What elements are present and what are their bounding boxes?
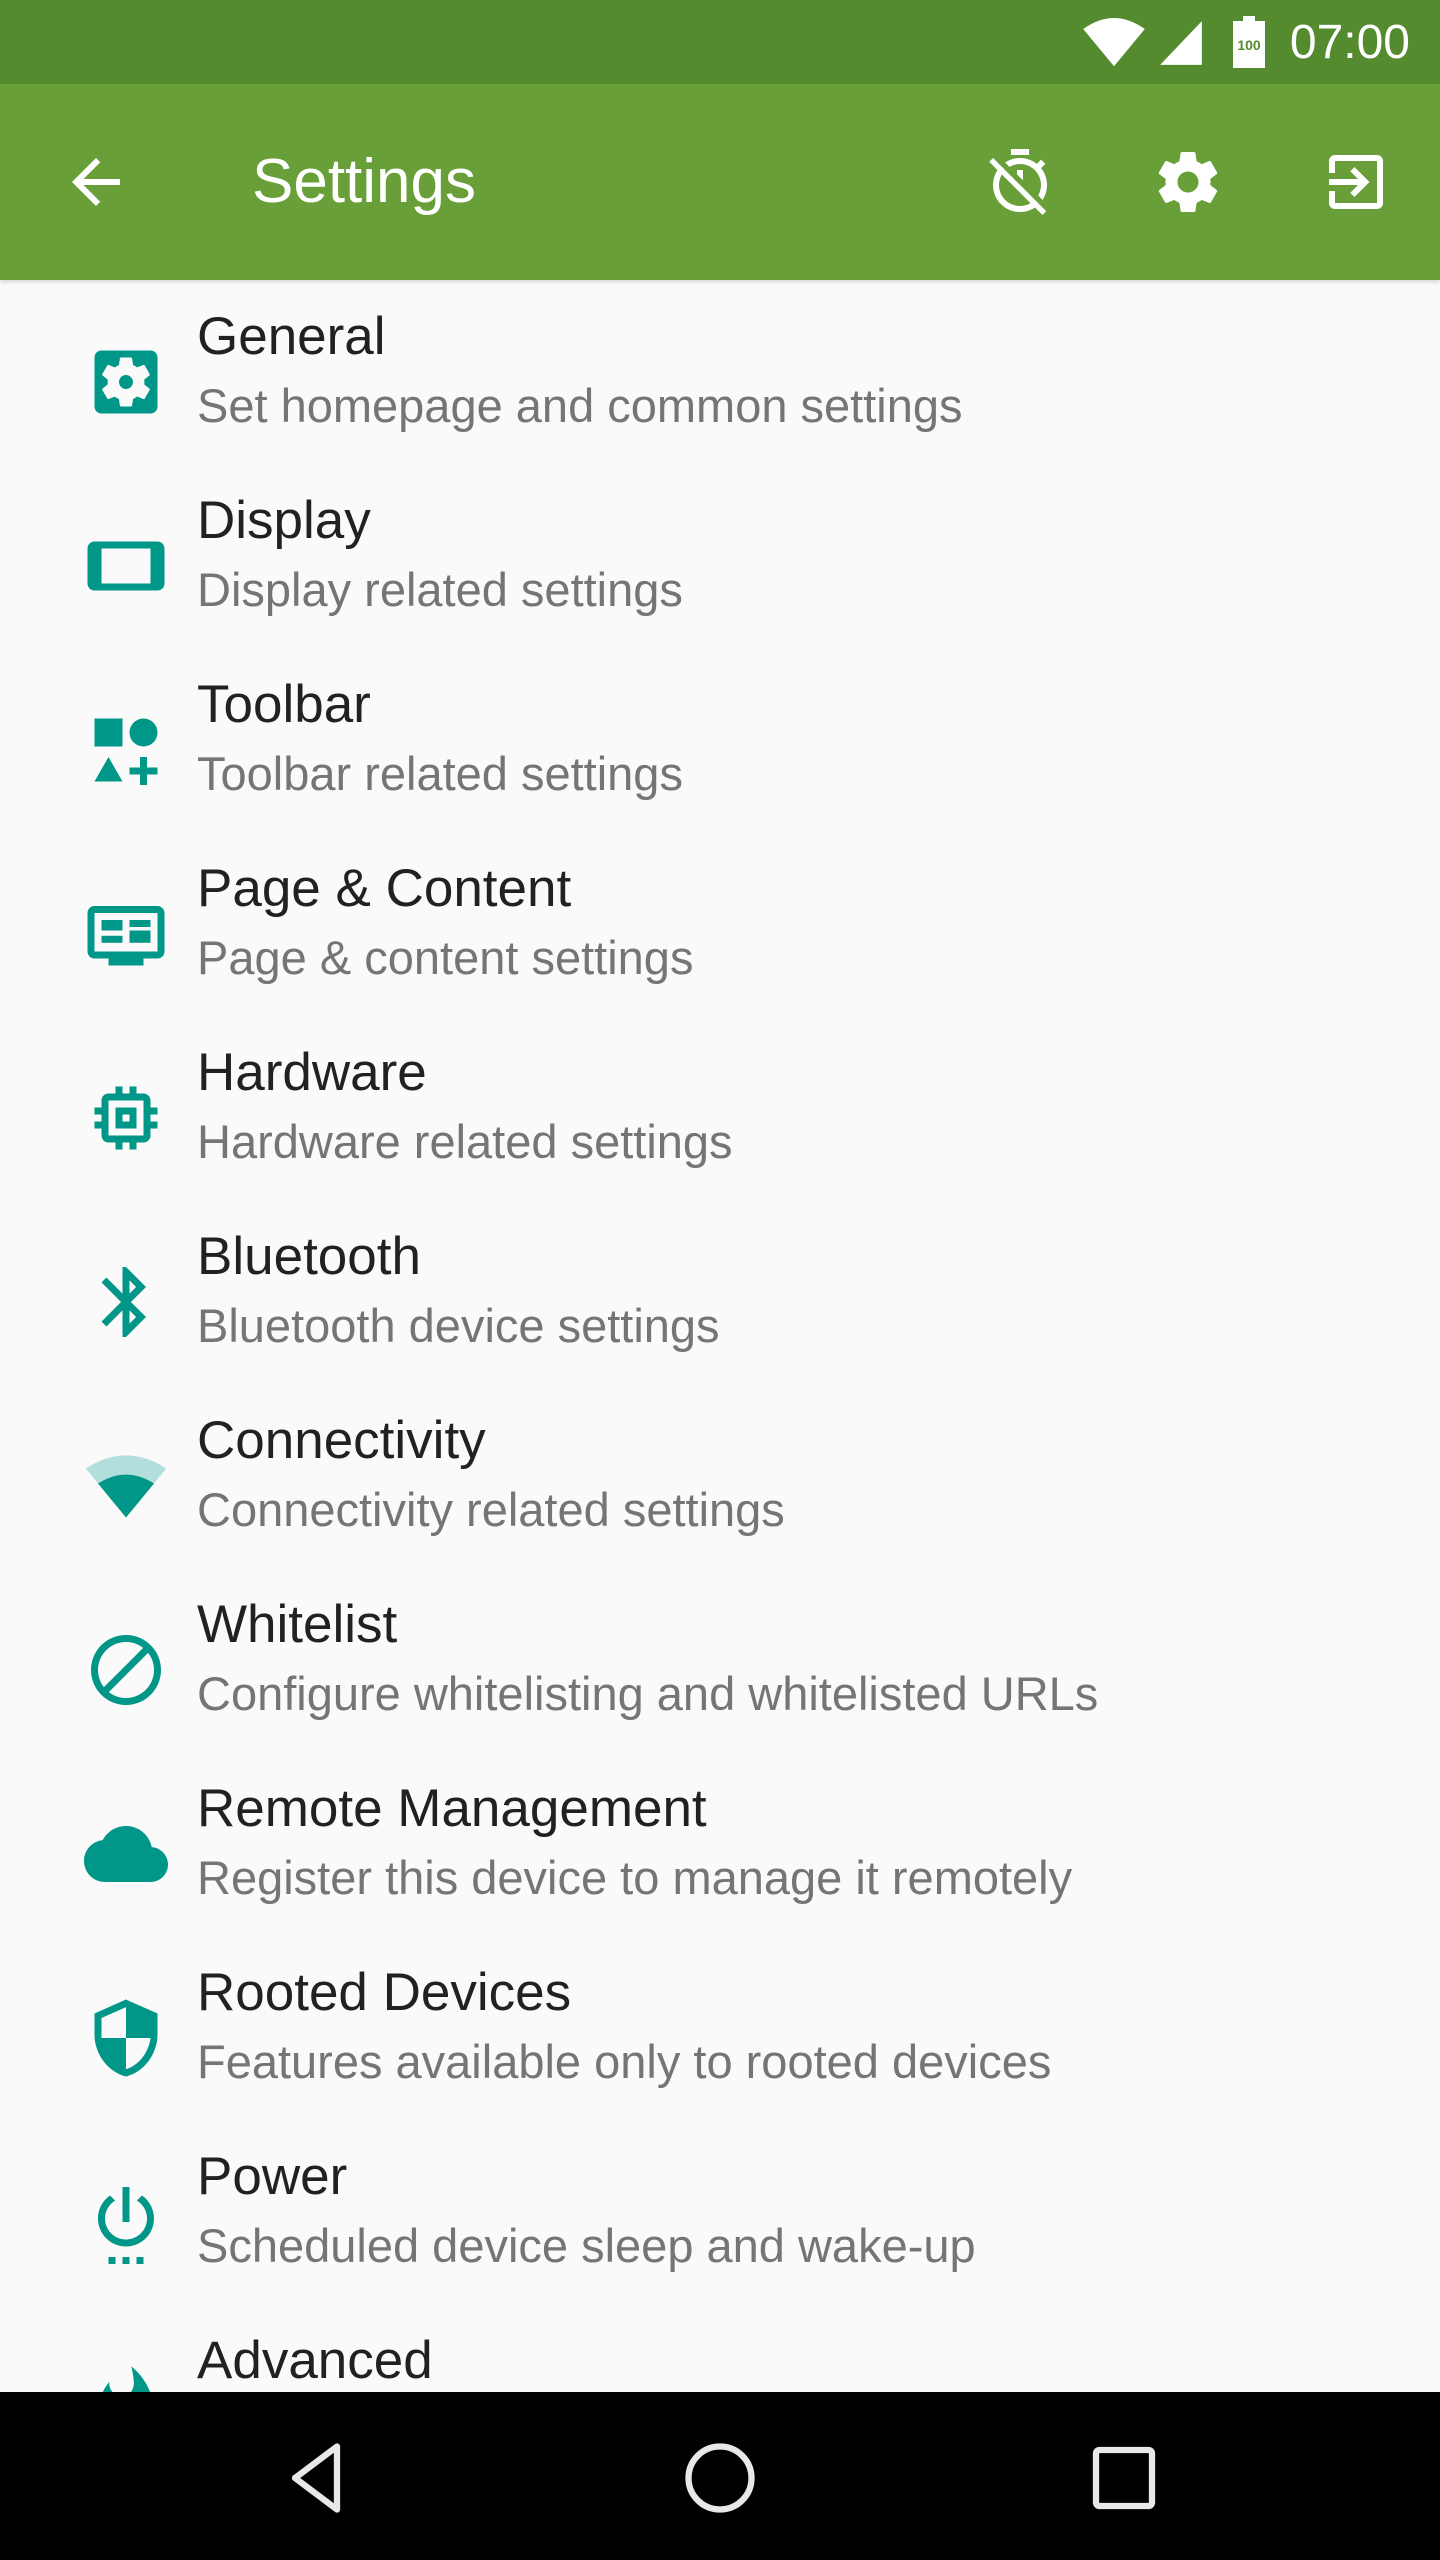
wifi-icon [85, 1455, 167, 1518]
settings-item-subtitle: Set homepage and common settings [197, 379, 963, 432]
bluetooth-icon [101, 1267, 146, 1337]
settings-item-subtitle: Toolbar related settings [197, 747, 683, 800]
settings-item-title: Whitelist [197, 1595, 398, 1654]
power-settings-icon [98, 2187, 154, 2264]
page-title: Settings [252, 147, 477, 216]
settings-item-hardware[interactable]: Hardware Hardware related settings [0, 1016, 1440, 1200]
settings-item-remote-management[interactable]: Remote Management Register this device t… [0, 1752, 1440, 1936]
display-icon [87, 541, 165, 591]
settings-item-bluetooth[interactable]: Bluetooth Bluetooth device settings [0, 1200, 1440, 1384]
settings-item-display[interactable]: Display Display related settings [0, 464, 1440, 648]
block-icon [91, 1635, 161, 1705]
settings-item-title: Remote Management [197, 1779, 707, 1838]
settings-item-subtitle: Register this device to manage it remote… [197, 1851, 1073, 1904]
timer-off-icon[interactable] [984, 146, 1056, 218]
settings-item-subtitle: Page & content settings [197, 931, 694, 984]
app-toolbar: Settings [0, 84, 1440, 280]
settings-item-title: Power [197, 2147, 348, 2206]
nav-home-icon[interactable] [678, 2436, 762, 2520]
settings-item-subtitle: Display related settings [197, 563, 683, 616]
settings-item-title: General [197, 307, 386, 366]
notification-dot-icon [49, 34, 57, 46]
cell-signal-icon [1160, 21, 1202, 65]
settings-item-title: Hardware [197, 1043, 427, 1102]
gear-icon[interactable] [1152, 146, 1224, 218]
battery-level: 100 [1237, 37, 1261, 53]
page-content-icon [87, 906, 165, 966]
settings-item-title: Rooted Devices [197, 1963, 572, 2022]
settings-item-whitelist[interactable]: Whitelist Configure whitelisting and whi… [0, 1568, 1440, 1752]
settings-item-title: Advanced [197, 2331, 433, 2390]
settings-item-page-content[interactable]: Page & Content Page & content settings [0, 832, 1440, 1016]
settings-item-power[interactable]: Power Scheduled device sleep and wake-up [0, 2120, 1440, 2304]
settings-item-connectivity[interactable]: Connectivity Connectivity related settin… [0, 1384, 1440, 1568]
battery-icon: 100 [1232, 16, 1265, 68]
status-icons: 100 07:00 [1080, 0, 1410, 84]
settings-item-subtitle: Scheduled device sleep and wake-up [197, 2219, 976, 2272]
settings-list: General Set homepage and common settings… [0, 280, 1440, 2488]
category-shapes-icon [94, 718, 158, 785]
exit-to-app-icon[interactable] [1320, 146, 1392, 218]
status-time: 07:00 [1289, 15, 1410, 69]
settings-item-title: Toolbar [197, 675, 371, 734]
settings-item-subtitle: Features available only to rooted device… [197, 2035, 1052, 2088]
status-bar: 100 07:00 [0, 0, 1440, 84]
settings-applications-icon [94, 350, 158, 414]
cloud-icon [84, 1826, 168, 1882]
settings-item-general[interactable]: General Set homepage and common settings [0, 280, 1440, 464]
settings-item-title: Page & Content [197, 859, 572, 918]
settings-item-title: Bluetooth [197, 1227, 421, 1286]
nav-recents-icon[interactable] [1082, 2436, 1166, 2520]
settings-item-subtitle: Configure whitelisting and whitelisted U… [197, 1667, 1099, 1720]
settings-item-rooted-devices[interactable]: Rooted Devices Features available only t… [0, 1936, 1440, 2120]
system-nav-bar [0, 2392, 1440, 2560]
settings-item-subtitle: Hardware related settings [197, 1115, 733, 1168]
chip-icon [94, 1086, 158, 1150]
settings-item-title: Connectivity [197, 1411, 486, 1470]
settings-item-toolbar[interactable]: Toolbar Toolbar related settings [0, 648, 1440, 832]
settings-item-title: Display [197, 491, 371, 550]
shield-icon [94, 1999, 158, 2077]
arrow-back-icon[interactable] [60, 146, 132, 218]
settings-item-subtitle: Connectivity related settings [197, 1483, 785, 1536]
settings-item-subtitle: Bluetooth device settings [197, 1299, 720, 1352]
nav-back-icon[interactable] [274, 2436, 358, 2520]
wifi-icon [1083, 17, 1145, 67]
